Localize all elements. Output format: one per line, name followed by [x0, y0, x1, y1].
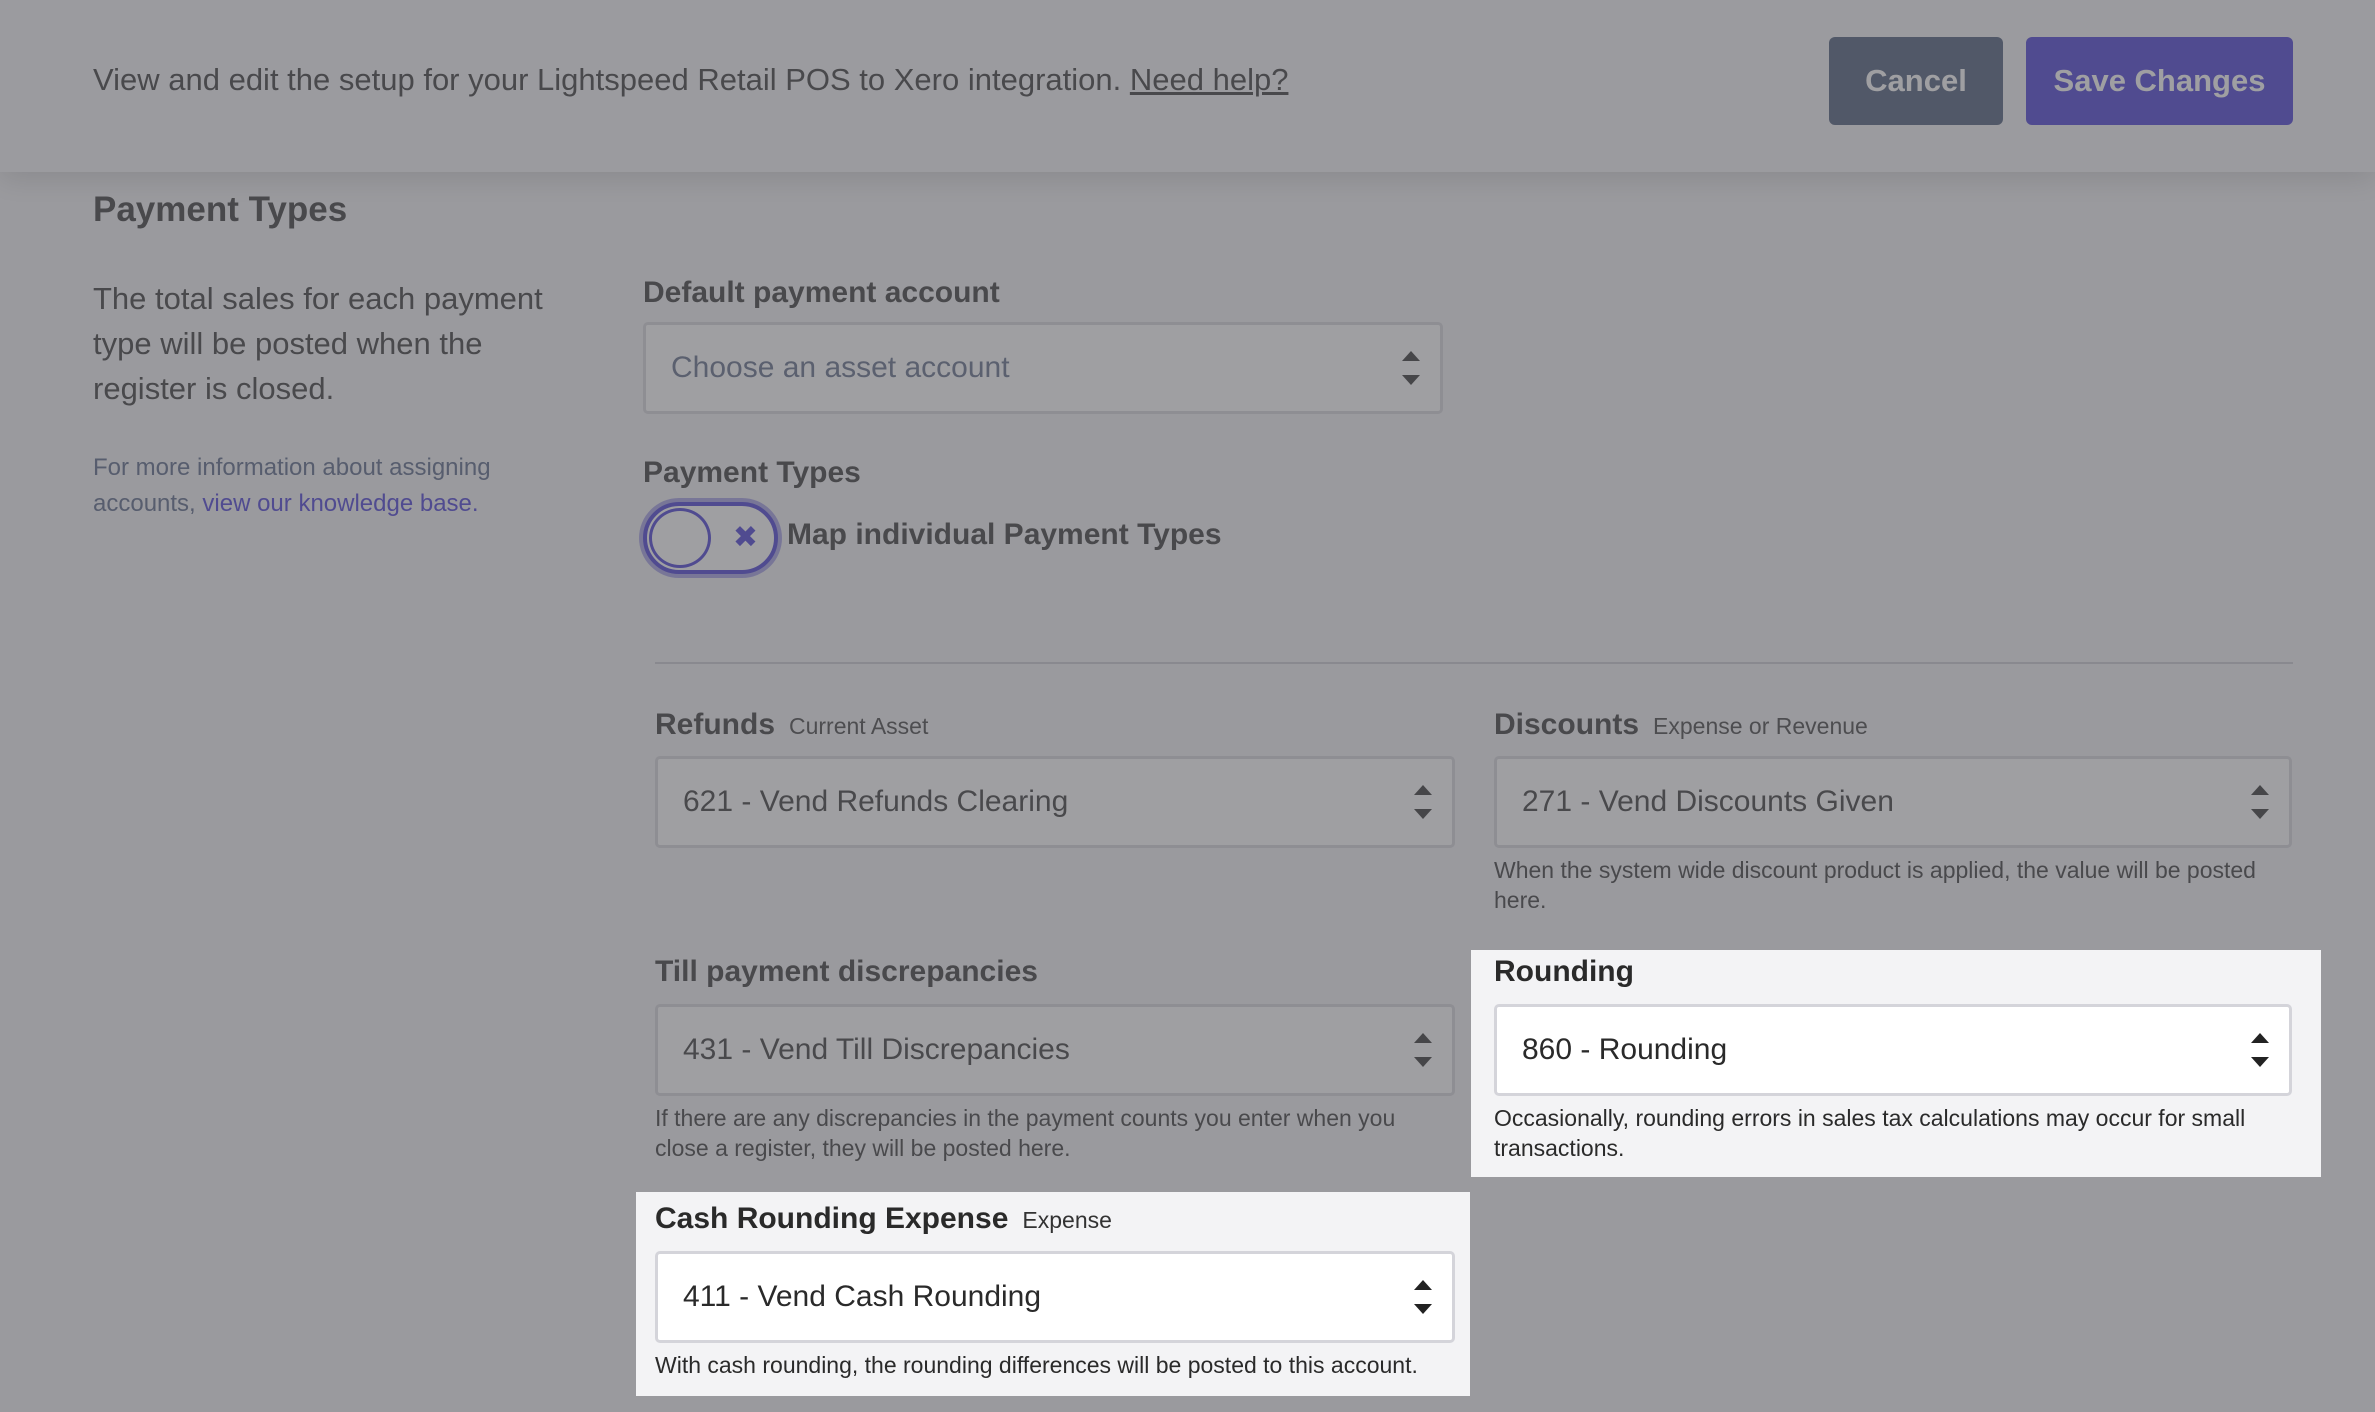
cash-rounding-label: Cash Rounding Expense Expense — [655, 1202, 1112, 1236]
refunds-label: Refunds Current Asset — [655, 708, 928, 742]
till-discrepancies-select[interactable]: 431 - Vend Till Discrepancies — [655, 1004, 1455, 1096]
till-discrepancies-help: If there are any discrepancies in the pa… — [655, 1105, 1396, 1161]
cash-rounding-value: 411 - Vend Cash Rounding — [683, 1280, 1042, 1313]
select-arrows-icon — [2251, 785, 2269, 819]
select-arrows-icon — [1414, 785, 1432, 819]
refunds-value: 621 - Vend Refunds Clearing — [683, 785, 1069, 818]
section-title: Payment Types — [93, 190, 348, 229]
cash-rounding-highlight: Cash Rounding Expense Expense 411 - Vend … — [636, 1192, 1470, 1396]
knowledge-base-note: For more information about assigning acc… — [93, 450, 573, 522]
discounts-label: Discounts Expense or Revenue — [1494, 708, 1868, 742]
rounding-value: 860 - Rounding — [1522, 1033, 1728, 1066]
intro-text-body: View and edit the setup for your Lightsp… — [93, 62, 1122, 97]
map-payment-types-label: Map individual Payment Types — [787, 518, 1222, 551]
refunds-sublabel: Current Asset — [789, 713, 929, 739]
intro-text: View and edit the setup for your Lightsp… — [93, 62, 1288, 98]
refunds-label-text: Refunds — [655, 708, 775, 741]
select-arrows-icon — [1414, 1280, 1432, 1314]
rounding-help: Occasionally, rounding errors in sales t… — [1494, 1105, 2246, 1161]
refunds-select[interactable]: 621 - Vend Refunds Clearing — [655, 756, 1455, 848]
discounts-select[interactable]: 271 - Vend Discounts Given — [1494, 756, 2292, 848]
cash-rounding-select[interactable]: 411 - Vend Cash Rounding — [655, 1251, 1455, 1343]
select-arrows-icon — [1402, 351, 1420, 385]
till-discrepancies-value: 431 - Vend Till Discrepancies — [683, 1033, 1070, 1066]
save-changes-button[interactable]: Save Changes — [2026, 37, 2293, 125]
cancel-button[interactable]: Cancel — [1829, 37, 2003, 125]
top-bar: View and edit the setup for your Lightsp… — [0, 0, 2375, 172]
select-arrows-icon — [1414, 1033, 1432, 1067]
default-payment-select[interactable]: Choose an asset account — [643, 322, 1443, 414]
discounts-label-text: Discounts — [1494, 708, 1640, 741]
default-payment-label: Default payment account — [643, 276, 1000, 309]
section-divider — [655, 662, 2293, 664]
select-arrows-icon — [2251, 1033, 2269, 1067]
payment-types-label: Payment Types — [643, 456, 861, 489]
discounts-value: 271 - Vend Discounts Given — [1522, 785, 1894, 818]
rounding-select[interactable]: 860 - Rounding — [1494, 1004, 2292, 1096]
toggle-off-icon: ✖ — [732, 521, 758, 554]
rounding-label: Rounding — [1494, 955, 1634, 988]
knowledge-base-link[interactable]: view our knowledge base. — [202, 490, 478, 517]
cash-rounding-sublabel: Expense — [1022, 1207, 1112, 1233]
default-payment-placeholder: Choose an asset account — [671, 351, 1010, 384]
discounts-help: When the system wide discount product is… — [1494, 857, 2256, 913]
discounts-sublabel: Expense or Revenue — [1653, 713, 1868, 739]
cash-rounding-help: With cash rounding, the rounding differe… — [655, 1352, 1418, 1378]
rounding-highlight: Rounding 860 - Rounding Occasionally, ro… — [1471, 950, 2321, 1177]
till-discrepancies-label: Till payment discrepancies — [655, 955, 1038, 988]
toggle-knob — [649, 508, 711, 568]
cash-rounding-label-text: Cash Rounding Expense — [655, 1202, 1009, 1235]
need-help-link[interactable]: Need help? — [1130, 62, 1289, 97]
map-payment-types-toggle[interactable]: ✖ — [643, 502, 778, 574]
section-description: The total sales for each payment type wi… — [93, 281, 543, 406]
